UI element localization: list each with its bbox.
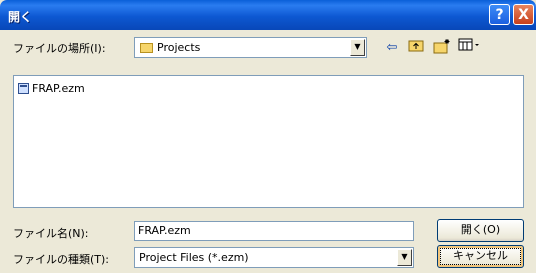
close-button[interactable]: X (513, 4, 534, 25)
filename-label: ファイル名(N): (13, 227, 89, 240)
back-arrow-icon[interactable]: ⇦ (382, 38, 402, 58)
look-in-dropdown[interactable]: Projects ▼ (134, 37, 367, 58)
up-folder-icon[interactable] (406, 38, 426, 58)
file-icon (18, 83, 29, 94)
title-bar: 開く ? X (0, 0, 536, 30)
window-title: 開く (8, 10, 33, 24)
new-folder-icon[interactable] (432, 38, 452, 58)
filetype-label: ファイルの種類(T): (13, 253, 110, 266)
filename-field[interactable] (134, 221, 414, 241)
filename-input[interactable] (138, 224, 408, 237)
chevron-down-icon[interactable]: ▼ (350, 39, 365, 56)
file-list[interactable]: FRAP.ezm (13, 75, 524, 208)
filetype-dropdown[interactable]: Project Files (*.ezm) ▼ (134, 247, 414, 268)
open-button[interactable]: 開く(O) (437, 219, 524, 242)
folder-icon (140, 43, 153, 53)
cancel-button[interactable]: キャンセル (437, 245, 524, 268)
file-name: FRAP.ezm (32, 82, 85, 95)
view-menu-icon[interactable] (456, 38, 482, 58)
filetype-value: Project Files (*.ezm) (139, 251, 249, 264)
look-in-value: Projects (157, 41, 201, 54)
help-button[interactable]: ? (489, 4, 510, 25)
look-in-label: ファイルの場所(I): (13, 42, 106, 55)
list-item[interactable]: FRAP.ezm (18, 82, 85, 95)
chevron-down-icon[interactable]: ▼ (397, 249, 412, 266)
